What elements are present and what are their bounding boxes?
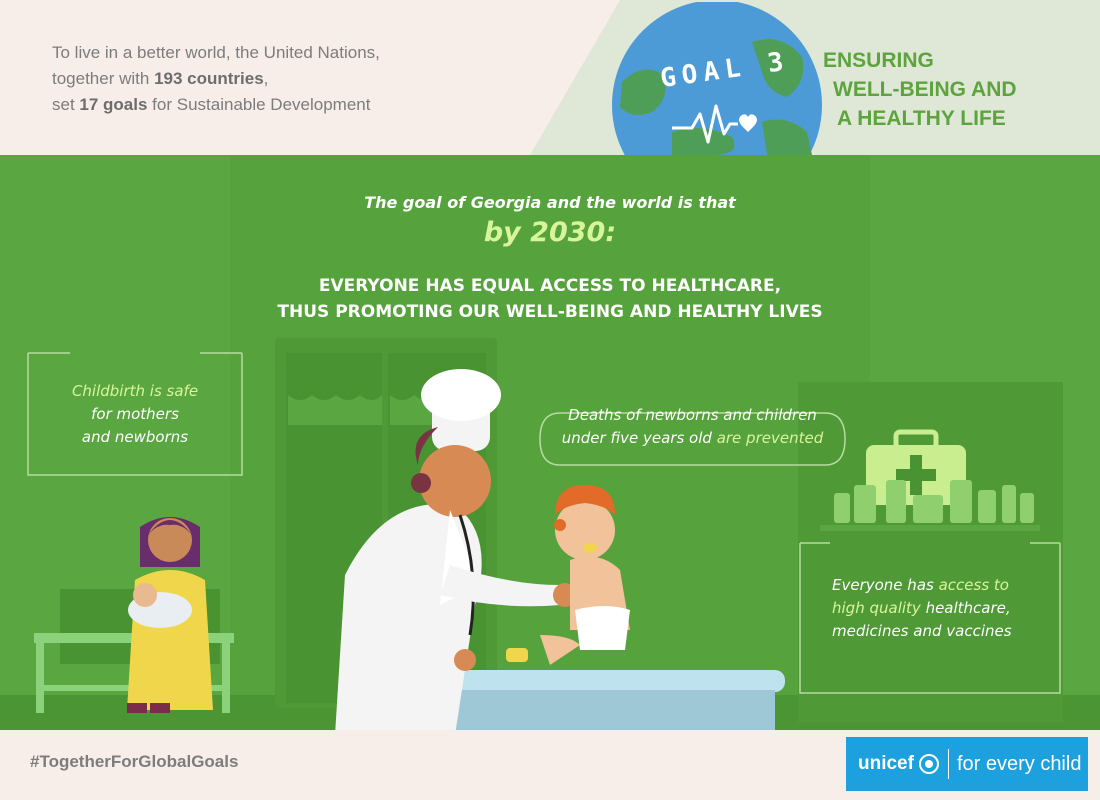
countries-count: 193 countries (154, 69, 264, 88)
lead-text: The goal of Georgia and the world is tha… (364, 193, 736, 212)
intro-text: To live in a better world, the United Na… (52, 40, 472, 118)
callout-child-deaths-line-1: Deaths of newborns and children (568, 406, 817, 424)
unicef-logo: unicef (858, 753, 914, 774)
goal-title-line-2: WELL-BEING AND (833, 78, 1017, 101)
callout-child-deaths-line-2: under five years old are prevented (561, 429, 824, 447)
goal-title-line-1: ENSURING (823, 49, 934, 72)
callout-childbirth-highlight: Childbirth is safe (71, 382, 199, 400)
clinic-scene: The goal of Georgia and the world is tha… (0, 155, 1100, 730)
intro-line-1: To live in a better world, the United Na… (52, 43, 380, 62)
callout-childbirth-line-2: for mothers (91, 405, 179, 423)
callout-child-deaths: Deaths of newborns and children under fi… (540, 404, 845, 450)
intro-line-2: together with 193 countries, (52, 69, 269, 88)
main-headline: EVERYONE HAS EQUAL ACCESS TO HEALTHCARE,… (0, 273, 1100, 325)
hashtag: #TogetherForGlobalGoals (30, 752, 239, 771)
goal-title: ENSURING WELL-BEING AND A HEALTHY LIFE (823, 46, 1017, 133)
callout-access-line-1: Everyone has access to (832, 576, 1009, 594)
divider (947, 749, 949, 779)
intro-line-3: set 17 goals for Sustainable Development (52, 95, 371, 114)
callout-access: Everyone has access to high quality heal… (832, 574, 1062, 643)
mother-with-baby (127, 517, 213, 713)
un-emblem-icon (918, 753, 940, 775)
callout-access-line-2: high quality healthcare, (832, 599, 1011, 617)
callout-childbirth-line-3: and newborns (81, 428, 189, 446)
callout-childbirth: Childbirth is safe for mothers and newbo… (30, 380, 240, 449)
callout-access-line-3: medicines and vaccines (832, 622, 1012, 640)
unicef-banner: unicef for every child (846, 737, 1088, 791)
headline-line-2: THUS PROMOTING OUR WELL-BEING AND HEALTH… (277, 302, 823, 322)
target-year: by 2030: (483, 217, 617, 248)
unicef-tagline: for every child (956, 752, 1082, 775)
exam-table (440, 670, 785, 730)
goal-globe: GOAL 3 (612, 2, 822, 155)
goal-title-line-3: A HEALTHY LIFE (837, 107, 1006, 130)
headline-line-1: EVERYONE HAS EQUAL ACCESS TO HEALTHCARE, (318, 276, 782, 296)
goals-count: 17 goals (79, 95, 148, 114)
